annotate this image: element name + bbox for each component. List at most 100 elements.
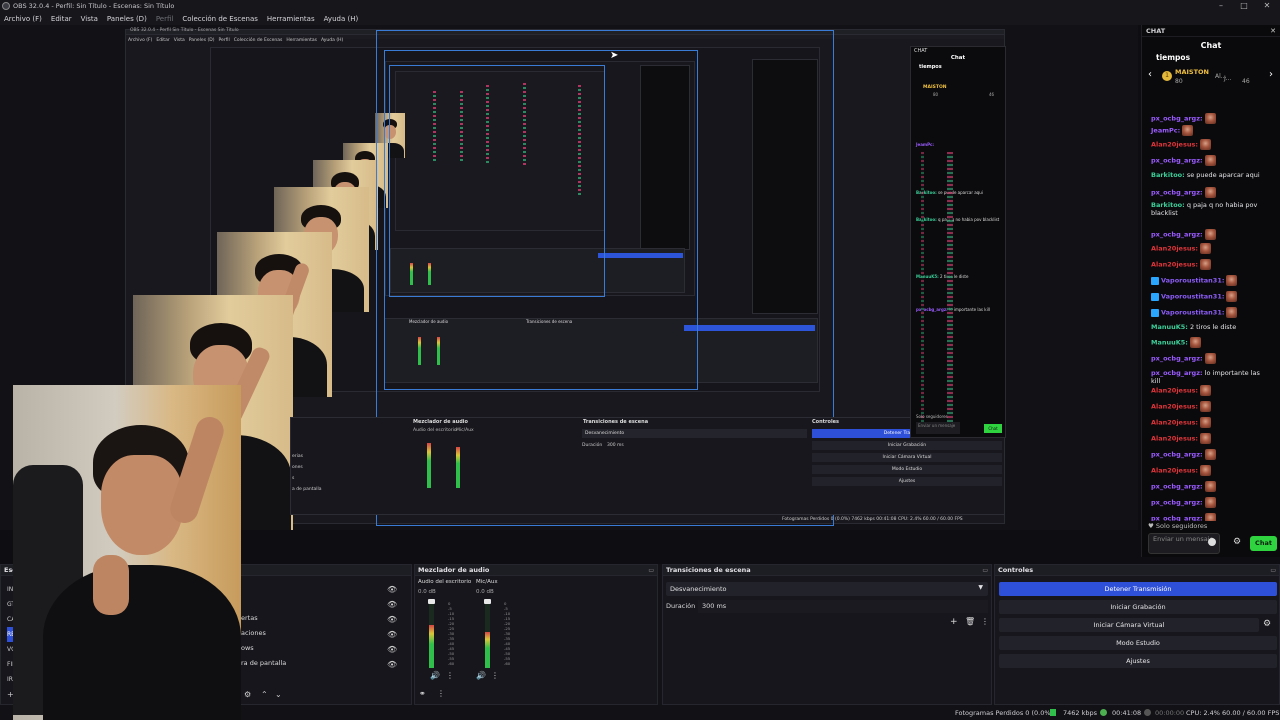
add-transition-icon[interactable]: + — [950, 617, 958, 627]
emote-icon — [1199, 417, 1211, 428]
chat-username[interactable]: Alan20jesus: — [1151, 245, 1198, 253]
stop-stream-button[interactable]: Detener Transmisión — [999, 582, 1277, 596]
maximize-button[interactable]: □ — [1233, 0, 1255, 12]
webcam-overlay — [13, 385, 241, 720]
chat-username[interactable]: Alan20jesus: — [1151, 419, 1198, 427]
source-settings-icon[interactable]: ⚙ — [244, 690, 251, 699]
eye-icon[interactable]: 👁 — [387, 597, 397, 612]
trash-icon[interactable]: 🗑 — [965, 617, 975, 626]
chat-username[interactable]: Vaporoustitan31: — [1161, 293, 1224, 301]
emote-picker-icon[interactable] — [1208, 538, 1216, 546]
eye-icon[interactable]: 👁 — [387, 657, 397, 672]
emote-icon — [1189, 337, 1201, 348]
nested-menu-item: Paneles (D) — [188, 38, 215, 43]
chat-username[interactable]: px_ocbg_argz: — [1151, 231, 1203, 239]
start-virtual-camera-button[interactable]: Iniciar Cámara Virtual — [999, 618, 1259, 632]
undock-icon[interactable]: ▭ — [1270, 565, 1276, 576]
window-title: OBS 32.0.4 - Perfil: Sin Título - Escena… — [13, 2, 175, 10]
move-down-icon[interactable]: ⌄ — [275, 690, 282, 699]
close-button[interactable]: ✕ — [1256, 0, 1278, 12]
nested-chat-msg: Barkitoo: q paja q no habia pov blacklis… — [916, 217, 1001, 222]
source-visibility-column[interactable]: 👁 👁 👁 👁 👁 👁 — [387, 582, 397, 672]
transition-select[interactable]: Desvanecimiento ▼ — [666, 582, 988, 596]
menu-paneles[interactable]: Paneles (D) — [107, 15, 147, 23]
menu-coleccion-escenas[interactable]: Colección de Escenas — [182, 15, 258, 23]
undock-icon[interactable]: ▭ — [982, 565, 988, 576]
emote-icon — [1182, 125, 1194, 136]
menu-editar[interactable]: Editar — [51, 15, 72, 23]
chat-username[interactable]: px_ocbg_argz: — [1151, 355, 1203, 363]
stream-time: 00:41:08 — [1112, 709, 1142, 717]
chat-message-list[interactable]: px_ocbg_argz: JeamPc: Alan20jesus: px_ocbg_… — [1142, 113, 1280, 521]
chat-username[interactable]: px_ocbg_argz: — [1151, 115, 1203, 123]
chat-username[interactable]: px_ocbg_argz: — [1151, 451, 1203, 459]
chat-username[interactable]: ManuuK5: — [1151, 339, 1188, 347]
chat-username[interactable]: Alan20jesus: — [1151, 261, 1198, 269]
kebab-menu-icon[interactable]: ⋮ — [981, 617, 989, 626]
speaker-icon[interactable]: 🔊 — [430, 671, 440, 680]
chat-username[interactable]: Alan20jesus: — [1151, 467, 1198, 475]
volume-slider-handle[interactable] — [428, 599, 435, 604]
gift-prev-button[interactable]: ‹ — [1148, 69, 1152, 80]
minimize-button[interactable]: – — [1210, 0, 1232, 12]
chat-message: px_ocbg_argz: — [1151, 497, 1271, 508]
chat-message: px_ocbg_argz: — [1151, 353, 1271, 364]
gift-value: 80 — [1175, 78, 1183, 85]
menu-perfil[interactable]: Perfil — [156, 15, 174, 23]
chat-settings-icon[interactable]: ⚙ — [1233, 537, 1241, 547]
source-item[interactable]: aciones — [241, 626, 286, 641]
undock-icon[interactable]: ▭ — [648, 565, 654, 576]
nested-chat-gift: MAISTON — [923, 85, 947, 90]
chat-username[interactable]: px_ocbg_argz: — [1151, 189, 1203, 197]
mixer-title: Mezclador de audio — [418, 566, 490, 574]
source-item[interactable]: ra de pantalla — [241, 656, 286, 671]
speaker-icon[interactable]: 🔊 — [476, 671, 486, 680]
chat-username[interactable]: Barkitoo: — [1151, 201, 1185, 209]
source-item[interactable]: ertas — [241, 611, 286, 626]
eye-icon[interactable]: 👁 — [387, 627, 397, 642]
platform-icon — [1151, 308, 1159, 317]
chat-username[interactable]: Vaporoustitan31: — [1161, 309, 1224, 317]
chat-username[interactable]: Vaporoustitan31: — [1161, 277, 1224, 285]
chat-username[interactable]: Alan20jesus: — [1151, 435, 1198, 443]
gift-next-button[interactable]: › — [1269, 69, 1273, 80]
chat-message: ManuuK5: — [1151, 337, 1271, 348]
chat-username[interactable]: Alan20jesus: — [1151, 141, 1198, 149]
controls-title: Controles — [998, 566, 1034, 574]
chat-username[interactable]: px_ocbg_argz: — [1151, 499, 1203, 507]
mixer-link-icon[interactable]: ⚭ — [419, 689, 426, 698]
chat-username[interactable]: ManuuK5: — [1151, 323, 1188, 331]
eye-icon[interactable]: 👁 — [387, 642, 397, 657]
chat-username[interactable]: px_ocbg_argz: — [1151, 515, 1203, 522]
menu-archivo[interactable]: Archivo (F) — [4, 15, 42, 23]
eye-icon[interactable]: 👁 — [387, 612, 397, 627]
chat-username[interactable]: Barkitoo: — [1151, 171, 1185, 179]
move-up-icon[interactable]: ⌃ — [261, 690, 268, 699]
eye-icon[interactable]: 👁 — [387, 582, 397, 597]
duration-spinbox[interactable]: 300 ms — [698, 600, 988, 613]
source-item[interactable]: ows — [241, 641, 286, 656]
kebab-menu-icon[interactable]: ⋮ — [437, 689, 445, 698]
start-recording-button[interactable]: Iniciar Grabación — [999, 600, 1277, 614]
studio-mode-button[interactable]: Modo Estudio — [999, 636, 1277, 650]
chat-username[interactable]: px_ocbg_argz: — [1151, 157, 1203, 165]
menu-ayuda[interactable]: Ayuda (H) — [324, 15, 359, 23]
chat-username[interactable]: Alan20jesus: — [1151, 403, 1198, 411]
kebab-menu-icon[interactable]: ⋮ — [491, 671, 499, 680]
chat-username[interactable]: Alan20jesus: — [1151, 387, 1198, 395]
chat-send-button[interactable]: Chat — [1250, 536, 1277, 551]
virtual-camera-settings-icon[interactable]: ⚙ — [1263, 619, 1271, 629]
chat-username[interactable]: JeamPc: — [1151, 127, 1180, 135]
menu-herramientas[interactable]: Herramientas — [267, 15, 315, 23]
chat-username[interactable]: px_ocbg_argz: — [1151, 483, 1203, 491]
settings-button[interactable]: Ajustes — [999, 654, 1277, 668]
chat-tiempos: tiempos — [1156, 53, 1191, 62]
kebab-menu-icon[interactable]: ⋮ — [446, 671, 454, 680]
menu-vista[interactable]: Vista — [81, 15, 98, 23]
chat-close-button[interactable]: ✕ — [1270, 27, 1276, 35]
nested-source-item: erias — [292, 454, 303, 459]
chat-username[interactable]: px_ocbg_argz: — [1151, 369, 1203, 377]
source-list[interactable]: ertas aciones ows ra de pantalla — [241, 611, 286, 671]
volume-slider-handle[interactable] — [484, 599, 491, 604]
nested-title: OBS 32.0.4 - Perfil Sin Título - Escenas… — [130, 28, 239, 33]
